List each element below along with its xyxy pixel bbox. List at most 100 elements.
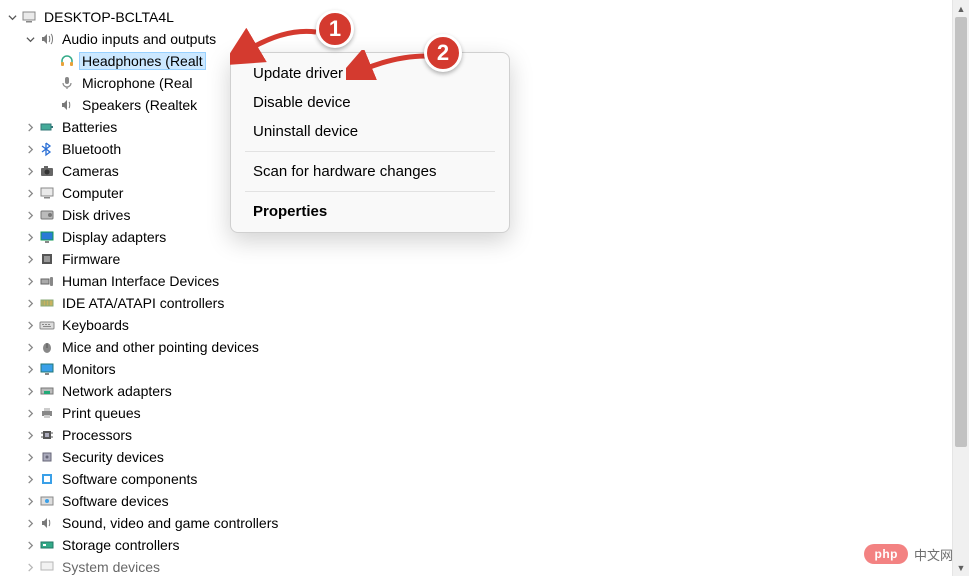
tree-label: Human Interface Devices xyxy=(60,273,221,289)
keyboard-icon xyxy=(38,316,56,334)
computer-icon xyxy=(20,8,38,26)
tree-root-computer[interactable]: DESKTOP-BCLTA4L xyxy=(4,6,969,28)
chevron-right-icon[interactable] xyxy=(22,361,38,377)
tree-category-keyboards[interactable]: Keyboards xyxy=(4,314,969,336)
chevron-right-icon[interactable] xyxy=(22,493,38,509)
tree-category-storage[interactable]: Storage controllers xyxy=(4,534,969,556)
tree-label: Display adapters xyxy=(60,229,168,245)
tree-category-audio[interactable]: Audio inputs and outputs xyxy=(4,28,969,50)
tree-label: Computer xyxy=(60,185,125,201)
ctx-separator xyxy=(245,191,495,192)
tree-category-processors[interactable]: Processors xyxy=(4,424,969,446)
tree-label: Software components xyxy=(60,471,199,487)
disk-drive-icon xyxy=(38,206,56,224)
tree-label: Bluetooth xyxy=(60,141,123,157)
battery-icon xyxy=(38,118,56,136)
microphone-icon xyxy=(58,74,76,92)
tree-label: Disk drives xyxy=(60,207,132,223)
chevron-right-icon[interactable] xyxy=(22,515,38,531)
annotation-number: 2 xyxy=(437,40,449,66)
chevron-right-icon[interactable] xyxy=(22,339,38,355)
system-device-icon xyxy=(38,558,56,576)
bluetooth-icon xyxy=(38,140,56,158)
sound-controller-icon xyxy=(38,514,56,532)
chevron-down-icon[interactable] xyxy=(4,9,20,25)
chevron-right-icon[interactable] xyxy=(22,185,38,201)
tree-label: Network adapters xyxy=(60,383,174,399)
chevron-right-icon[interactable] xyxy=(22,383,38,399)
firmware-icon xyxy=(38,250,56,268)
tree-category-network[interactable]: Network adapters xyxy=(4,380,969,402)
tree-label: Speakers (Realtek xyxy=(80,97,199,113)
tree-label-selected: Headphones (Realt xyxy=(80,53,205,69)
camera-icon xyxy=(38,162,56,180)
annotation-badge-2: 2 xyxy=(424,34,462,72)
security-device-icon xyxy=(38,448,56,466)
chevron-right-icon[interactable] xyxy=(22,141,38,157)
chevron-right-icon[interactable] xyxy=(22,537,38,553)
tree-category-ide[interactable]: IDE ATA/ATAPI controllers xyxy=(4,292,969,314)
ctx-scan-hardware[interactable]: Scan for hardware changes xyxy=(231,157,509,186)
chevron-right-icon[interactable] xyxy=(22,449,38,465)
tree-label: Software devices xyxy=(60,493,171,509)
storage-controller-icon xyxy=(38,536,56,554)
monitor-icon xyxy=(38,360,56,378)
software-device-icon xyxy=(38,492,56,510)
chevron-right-icon[interactable] xyxy=(22,405,38,421)
chevron-right-icon[interactable] xyxy=(22,119,38,135)
tree-label: Keyboards xyxy=(60,317,131,333)
scroll-down-button[interactable]: ▼ xyxy=(953,559,969,576)
tree-label: Microphone (Real xyxy=(80,75,195,91)
chevron-right-icon[interactable] xyxy=(22,295,38,311)
tree-category-mice[interactable]: Mice and other pointing devices xyxy=(4,336,969,358)
tree-label: Cameras xyxy=(60,163,121,179)
tree-label: Security devices xyxy=(60,449,166,465)
ide-controller-icon xyxy=(38,294,56,312)
network-adapter-icon xyxy=(38,382,56,400)
printer-icon xyxy=(38,404,56,422)
tree-category-software-devices[interactable]: Software devices xyxy=(4,490,969,512)
chevron-right-icon[interactable] xyxy=(22,559,38,575)
chevron-right-icon[interactable] xyxy=(22,163,38,179)
tree-label: Audio inputs and outputs xyxy=(60,31,218,47)
computer-icon xyxy=(38,184,56,202)
tree-label: Monitors xyxy=(60,361,118,377)
chevron-right-icon[interactable] xyxy=(22,273,38,289)
tree-category-firmware[interactable]: Firmware xyxy=(4,248,969,270)
ctx-uninstall-device[interactable]: Uninstall device xyxy=(231,117,509,146)
annotation-number: 1 xyxy=(329,16,341,42)
ctx-properties[interactable]: Properties xyxy=(231,197,509,226)
tree-label: DESKTOP-BCLTA4L xyxy=(42,9,176,25)
headphones-icon xyxy=(58,52,76,70)
ctx-separator xyxy=(245,151,495,152)
chevron-right-icon[interactable] xyxy=(22,471,38,487)
context-menu: Update driver Disable device Uninstall d… xyxy=(230,52,510,233)
speaker-icon xyxy=(58,96,76,114)
chevron-right-icon[interactable] xyxy=(22,317,38,333)
tree-category-hid[interactable]: Human Interface Devices xyxy=(4,270,969,292)
tree-category-sound[interactable]: Sound, video and game controllers xyxy=(4,512,969,534)
tree-label: Mice and other pointing devices xyxy=(60,339,261,355)
chevron-right-icon[interactable] xyxy=(22,207,38,223)
scroll-thumb[interactable] xyxy=(955,17,967,447)
tree-label: Sound, video and game controllers xyxy=(60,515,280,531)
ctx-update-driver[interactable]: Update driver xyxy=(231,59,509,88)
tree-label: Print queues xyxy=(60,405,143,421)
mouse-icon xyxy=(38,338,56,356)
chevron-right-icon[interactable] xyxy=(22,229,38,245)
tree-category-monitors[interactable]: Monitors xyxy=(4,358,969,380)
chevron-down-icon[interactable] xyxy=(22,31,38,47)
watermark-pill: php xyxy=(864,544,908,564)
tree-category-software-components[interactable]: Software components xyxy=(4,468,969,490)
ctx-disable-device[interactable]: Disable device xyxy=(231,88,509,117)
chevron-right-icon[interactable] xyxy=(22,427,38,443)
processor-icon xyxy=(38,426,56,444)
vertical-scrollbar[interactable]: ▲ ▼ xyxy=(952,0,969,576)
chevron-right-icon[interactable] xyxy=(22,251,38,267)
tree-category-security[interactable]: Security devices xyxy=(4,446,969,468)
tree-label: Storage controllers xyxy=(60,537,182,553)
tree-category-print-queues[interactable]: Print queues xyxy=(4,402,969,424)
tree-label: Firmware xyxy=(60,251,122,267)
tree-category-system[interactable]: System devices xyxy=(4,556,969,576)
scroll-up-button[interactable]: ▲ xyxy=(953,0,969,17)
